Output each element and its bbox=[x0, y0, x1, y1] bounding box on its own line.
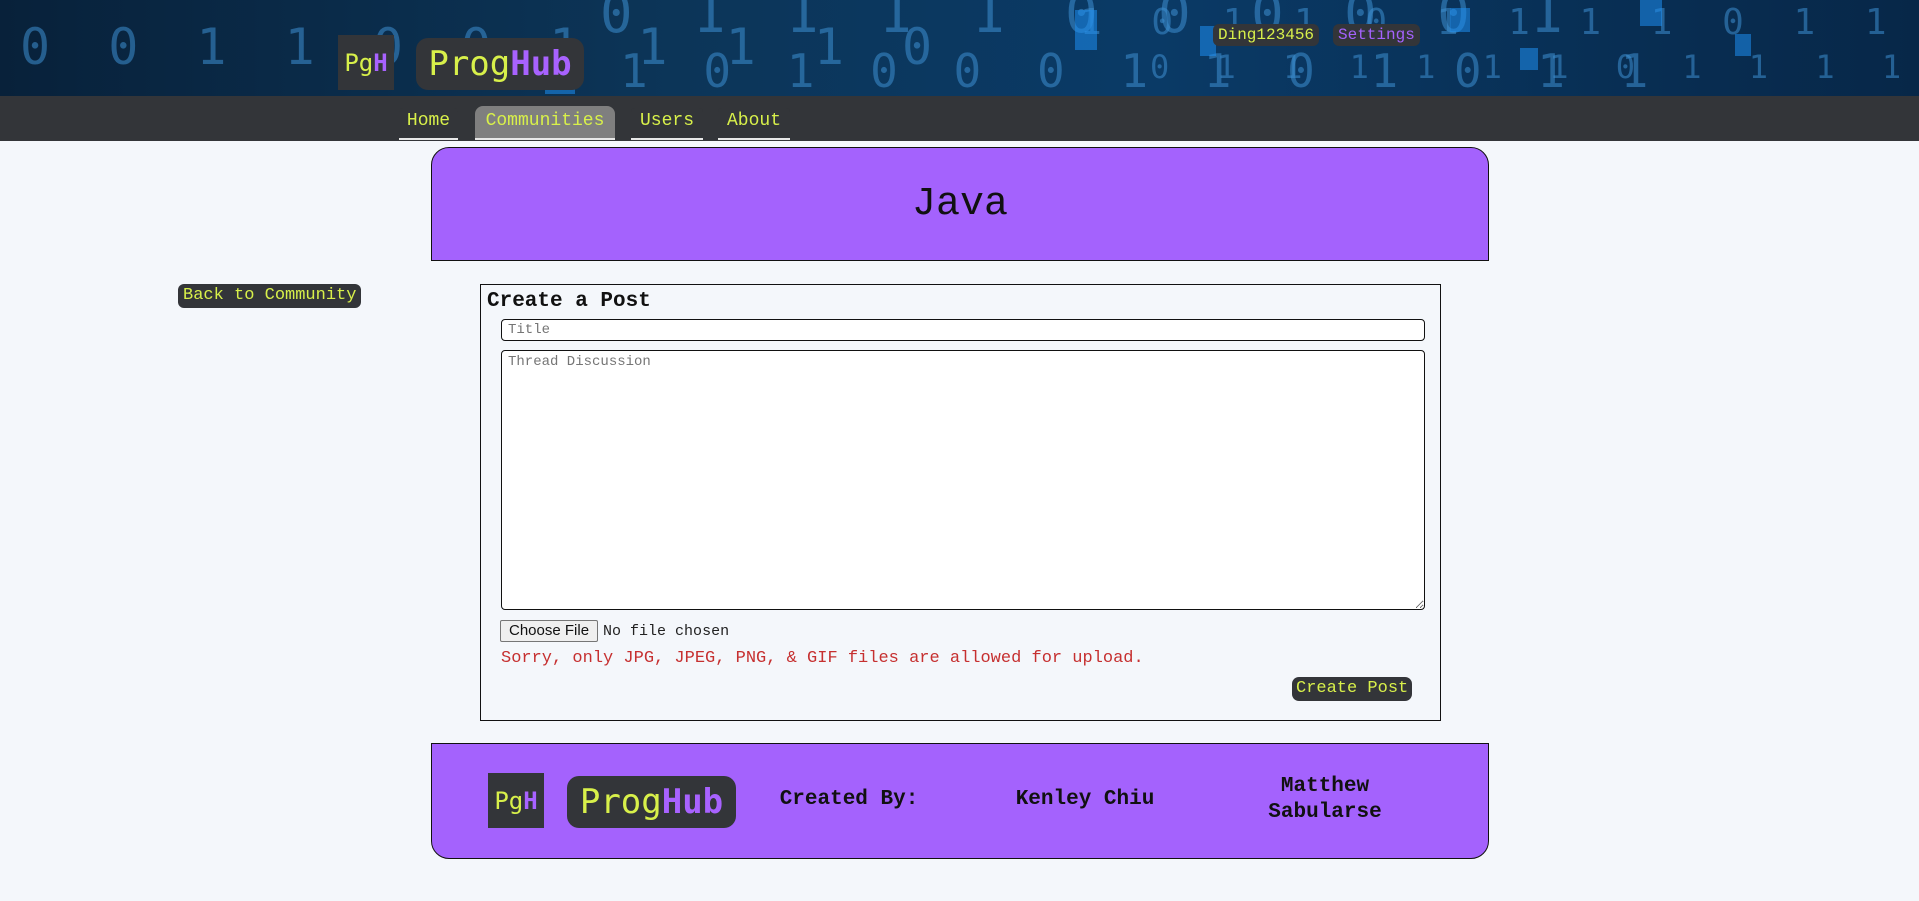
nav-about[interactable]: About bbox=[718, 108, 790, 140]
glow-square bbox=[1520, 48, 1538, 70]
logo-word-hub: Hub bbox=[510, 44, 572, 84]
main-nav: Home Communities Users About bbox=[0, 96, 1919, 141]
logo-word-prog: Prog bbox=[428, 44, 511, 84]
footer-logo-pg: Pg bbox=[494, 786, 524, 815]
logo-mark-pg: Pg bbox=[344, 48, 374, 77]
form-heading: Create a Post bbox=[487, 290, 651, 313]
author-name: Kenley Chiu bbox=[1015, 788, 1155, 811]
footer-logo-prog: Prog bbox=[579, 782, 662, 822]
choose-file-button[interactable]: Choose File bbox=[500, 620, 599, 642]
file-type-error: Sorry, only JPG, JPEG, PNG, & GIF files … bbox=[501, 649, 1144, 668]
file-status-text: No file chosen bbox=[603, 622, 730, 640]
glow-square bbox=[1640, 0, 1662, 26]
back-to-community-button[interactable]: Back to Community bbox=[178, 284, 362, 308]
create-post-button[interactable]: Create Post bbox=[1292, 677, 1413, 701]
footer-logo-h: H bbox=[523, 786, 538, 815]
footer-logo-wordmark: Prog Hub bbox=[567, 776, 736, 828]
username-link[interactable]: Ding123456 bbox=[1213, 24, 1320, 46]
header-banner: 0 0 1 1 0 0 1 1 1 1 0 0 1 1 1 1 0 0 0 0 … bbox=[0, 0, 1919, 96]
community-title: Java bbox=[911, 181, 1008, 227]
footer-logo-hub: Hub bbox=[661, 782, 724, 822]
settings-link[interactable]: Settings bbox=[1333, 24, 1420, 46]
title-input[interactable] bbox=[501, 319, 1425, 341]
footer-logo-mark: Pg H bbox=[488, 773, 544, 828]
logo-mark-h: H bbox=[373, 48, 388, 77]
site-logo-mark[interactable]: Pg H bbox=[338, 35, 394, 90]
create-post-form: Create a Post Choose File No file chosen… bbox=[480, 284, 1441, 721]
glow-square bbox=[1450, 8, 1470, 32]
nav-users[interactable]: Users bbox=[631, 108, 703, 140]
author-name: Matthew Sabularse bbox=[1268, 775, 1382, 824]
nav-home[interactable]: Home bbox=[399, 108, 458, 140]
site-footer: Pg H Prog Hub Created By: Kenley Chiu Matt… bbox=[431, 743, 1489, 859]
nav-communities[interactable]: Communities bbox=[475, 106, 615, 140]
created-by-label: Created By: bbox=[779, 788, 919, 811]
glow-square bbox=[1075, 10, 1097, 50]
community-header: Java bbox=[431, 147, 1489, 261]
thread-discussion-textarea[interactable] bbox=[501, 350, 1425, 610]
site-logo-wordmark[interactable]: Prog Hub bbox=[416, 38, 584, 90]
glow-square bbox=[1735, 34, 1751, 56]
file-upload: Choose File No file chosen bbox=[500, 620, 729, 642]
